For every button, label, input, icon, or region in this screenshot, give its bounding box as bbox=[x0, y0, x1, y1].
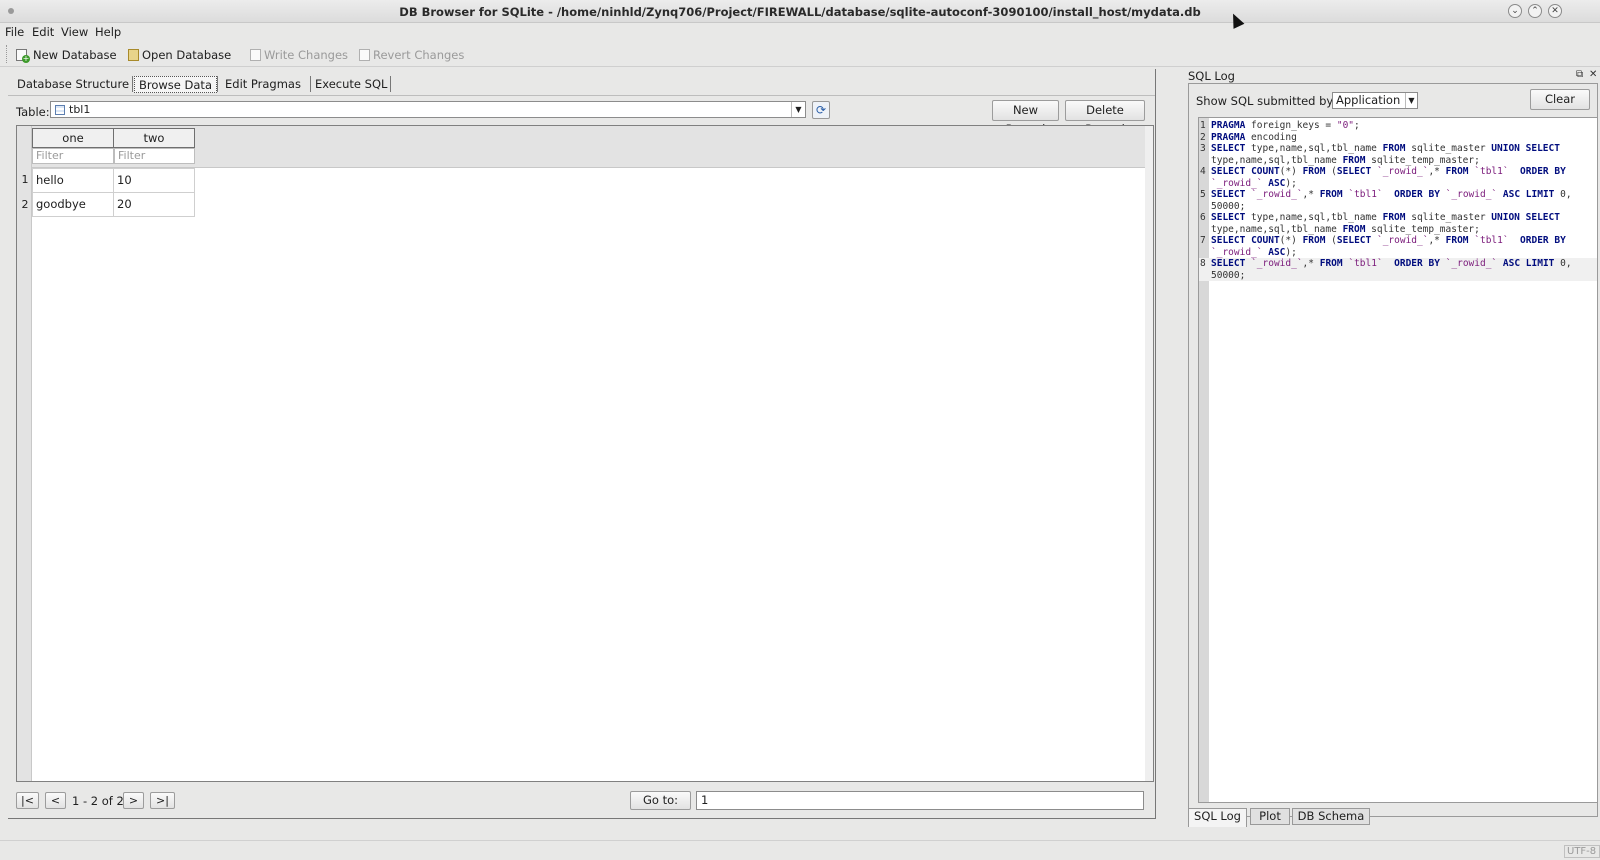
dock-title: SQL Log bbox=[1188, 69, 1235, 83]
main-panel: Database Structure Browse Data Edit Prag… bbox=[8, 69, 1156, 821]
goto-button[interactable]: Go to: bbox=[630, 791, 691, 810]
minimize-icon[interactable]: ⌄ bbox=[1508, 4, 1522, 18]
new-database-button[interactable]: + New Database bbox=[16, 46, 117, 63]
sql-statement: SELECT type,name,sql,tbl_name FROM sqlit… bbox=[1211, 212, 1566, 235]
grid-scrollbar[interactable] bbox=[1145, 126, 1153, 781]
prev-page-button[interactable]: < bbox=[45, 792, 66, 809]
revert-changes-icon bbox=[359, 48, 370, 61]
revert-changes-button[interactable]: Revert Changes bbox=[359, 46, 464, 63]
tab-plot[interactable]: Plot bbox=[1250, 808, 1290, 825]
line-number: 3 bbox=[1200, 143, 1206, 154]
first-page-button[interactable]: |< bbox=[16, 792, 39, 809]
row-number[interactable]: 2 bbox=[19, 198, 31, 211]
record-count: 1 - 2 of 2 bbox=[72, 794, 124, 808]
menu-file[interactable]: File bbox=[5, 25, 24, 39]
toolbar: + New Database Open Database Write Chang… bbox=[0, 41, 1600, 67]
table-cell[interactable]: 20 bbox=[113, 192, 195, 217]
menu-help[interactable]: Help bbox=[95, 25, 121, 39]
maximize-icon[interactable]: ⌃ bbox=[1528, 4, 1542, 18]
line-number: 7 bbox=[1200, 235, 1206, 246]
tab-database-structure[interactable]: Database Structure bbox=[13, 76, 133, 93]
goto-input[interactable]: 1 bbox=[696, 791, 1144, 810]
tab-browse-data[interactable]: Browse Data bbox=[134, 76, 217, 93]
write-changes-button[interactable]: Write Changes bbox=[250, 46, 348, 63]
line-number: 6 bbox=[1200, 212, 1206, 223]
sql-statement: SELECT type,name,sql,tbl_name FROM sqlit… bbox=[1211, 143, 1566, 166]
sql-log-line: 3 SELECT type,name,sql,tbl_name FROM sqli… bbox=[1199, 143, 1597, 166]
line-number: 1 bbox=[1200, 120, 1206, 131]
menu-edit[interactable]: Edit bbox=[32, 25, 54, 39]
sql-statement: PRAGMA encoding bbox=[1211, 131, 1297, 143]
column-header-two[interactable]: two bbox=[113, 128, 195, 148]
line-number: 2 bbox=[1200, 131, 1206, 143]
sql-log-line: 6 SELECT type,name,sql,tbl_name FROM sqli… bbox=[1199, 212, 1597, 235]
tab-separator bbox=[390, 76, 391, 92]
window-title: DB Browser for SQLite - /home/ninhld/Zyn… bbox=[399, 5, 1201, 19]
panel-border bbox=[1154, 69, 1156, 819]
show-sql-label: Show SQL submitted by bbox=[1196, 94, 1334, 108]
sql-log-line: 7 SELECT COUNT(*) FROM (SELECT `_rowid_`,… bbox=[1199, 235, 1597, 258]
tab-edit-pragmas[interactable]: Edit Pragmas bbox=[221, 76, 305, 93]
row-header-column bbox=[17, 126, 32, 781]
filter-input-one[interactable]: Filter bbox=[32, 148, 114, 164]
filter-input-two[interactable]: Filter bbox=[114, 148, 195, 164]
sql-log-line: 2 PRAGMA encoding bbox=[1199, 132, 1597, 144]
status-bar: UTF-8 bbox=[0, 840, 1600, 860]
menu-bar: File Edit View Help bbox=[0, 23, 1600, 41]
dropdown-arrow-icon[interactable]: ▼ bbox=[1405, 93, 1417, 108]
sql-statement: SELECT `_rowid_`,* FROM `tbl1` ORDER BY … bbox=[1211, 189, 1578, 212]
data-grid: one two Filter Filter 1 hello 10 2 goodb… bbox=[16, 125, 1154, 782]
close-icon[interactable]: ✕ bbox=[1589, 69, 1597, 80]
next-page-button[interactable]: > bbox=[123, 792, 144, 809]
line-number: 8 bbox=[1200, 258, 1206, 269]
table-cell[interactable]: 10 bbox=[113, 168, 195, 193]
sql-statement: SELECT COUNT(*) FROM (SELECT `_rowid_`,*… bbox=[1211, 166, 1566, 189]
sql-statement: PRAGMA foreign_keys = "0"; bbox=[1211, 120, 1360, 131]
sql-log-line: 5 SELECT `_rowid_`,* FROM `tbl1` ORDER BY… bbox=[1199, 189, 1597, 212]
close-icon[interactable]: ✕ bbox=[1548, 4, 1562, 18]
sql-log-line: 1 PRAGMA foreign_keys = "0"; bbox=[1199, 120, 1597, 132]
menu-view[interactable]: View bbox=[61, 25, 88, 39]
write-changes-icon bbox=[250, 48, 261, 61]
tab-sql-log[interactable]: SQL Log bbox=[1188, 808, 1247, 827]
table-cell[interactable]: goodbye bbox=[32, 192, 114, 217]
dropdown-arrow-icon[interactable]: ▼ bbox=[791, 102, 805, 117]
open-database-icon bbox=[128, 48, 139, 61]
table-label: Table: bbox=[16, 105, 50, 119]
sql-log-line: 8 SELECT `_rowid_`,* FROM `tbl1` ORDER BY… bbox=[1199, 258, 1597, 281]
encoding-label: UTF-8 bbox=[1564, 845, 1600, 858]
title-bar: DB Browser for SQLite - /home/ninhld/Zyn… bbox=[0, 0, 1600, 23]
clear-button[interactable]: Clear bbox=[1530, 89, 1590, 110]
grid-empty-area bbox=[32, 168, 1145, 781]
line-number: 4 bbox=[1200, 166, 1206, 177]
sql-log-line: 4 SELECT COUNT(*) FROM (SELECT `_rowid_`,… bbox=[1199, 166, 1597, 189]
refresh-icon[interactable]: ⟳ bbox=[812, 101, 830, 119]
new-database-icon: + bbox=[16, 48, 30, 63]
column-header-one[interactable]: one bbox=[32, 128, 114, 148]
sql-statement: SELECT COUNT(*) FROM (SELECT `_rowid_`,*… bbox=[1211, 235, 1566, 258]
tab-execute-sql[interactable]: Execute SQL bbox=[311, 76, 391, 93]
open-database-button[interactable]: Open Database bbox=[128, 46, 231, 63]
table-cell[interactable]: hello bbox=[32, 168, 114, 193]
table-icon bbox=[55, 105, 65, 115]
float-icon[interactable]: ⧉ bbox=[1576, 69, 1583, 80]
sql-statement: SELECT `_rowid_`,* FROM `tbl1` ORDER BY … bbox=[1211, 258, 1578, 281]
row-number[interactable]: 1 bbox=[19, 173, 31, 186]
submitter-select[interactable]: Application ▼ bbox=[1332, 92, 1418, 109]
last-page-button[interactable]: >| bbox=[150, 792, 175, 809]
tab-separator bbox=[132, 76, 133, 92]
tab-panel-border bbox=[8, 95, 1156, 96]
sql-log-editor[interactable]: 1 PRAGMA foreign_keys = "0"; 2 PRAGMA encod… bbox=[1198, 117, 1598, 803]
line-number: 5 bbox=[1200, 189, 1206, 200]
toolbar-grip[interactable] bbox=[6, 45, 9, 63]
delete-record-button[interactable]: Delete Record bbox=[1065, 100, 1145, 136]
tab-separator bbox=[217, 76, 218, 92]
tab-db-schema[interactable]: DB Schema bbox=[1292, 808, 1370, 825]
table-select[interactable]: tbl1 ▼ bbox=[50, 101, 806, 118]
sql-log-dock: SQL Log ⧉ ✕ Show SQL submitted by Applic… bbox=[1188, 69, 1600, 844]
new-record-button[interactable]: New Record bbox=[992, 100, 1059, 136]
panel-border bbox=[8, 817, 1156, 819]
